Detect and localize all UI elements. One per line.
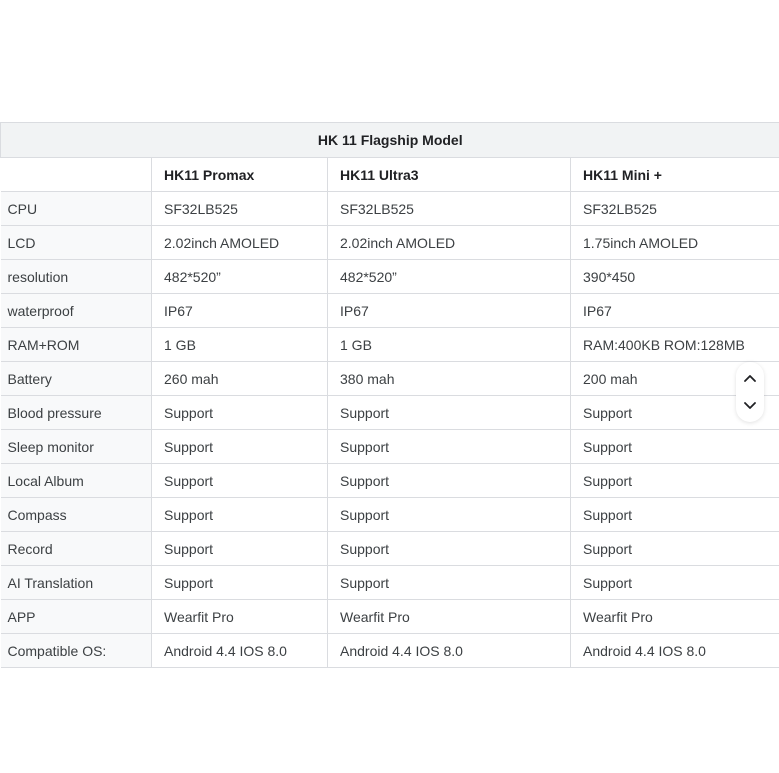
table-row: waterproof IP67 IP67 IP67 — [0, 293, 779, 328]
table-cell: Support — [151, 531, 328, 566]
row-label: RAM+ROM — [0, 327, 152, 362]
table-cell: Android 4.4 IOS 8.0 — [327, 633, 571, 668]
row-label: resolution — [0, 259, 152, 294]
table-cell: Support — [151, 565, 328, 600]
table-cell: Support — [569, 429, 779, 464]
table-cell: Wearfit Pro — [569, 599, 779, 634]
table-cell: IP67 — [327, 293, 571, 328]
table-cell: 380 mah — [327, 361, 571, 396]
table-cell: SF32LB525 — [569, 191, 779, 226]
table-cell: RAM:400KB ROM:128MB — [569, 327, 779, 362]
table-body: CPU SF32LB525 SF32LB525 SF32LB525 LCD 2.02inc… — [0, 191, 779, 668]
row-label: CPU — [0, 191, 152, 226]
table-cell: Android 4.4 IOS 8.0 — [151, 633, 328, 668]
chevron-down-icon — [744, 402, 756, 410]
table-cell: SF32LB525 — [151, 191, 328, 226]
row-label: Record — [0, 531, 152, 566]
table-cell: 2.02inch AMOLED — [327, 225, 571, 260]
page: HK 11 Flagship Model HK11 Promax HK11 Ul… — [0, 0, 779, 773]
table-cell: 482*520” — [151, 259, 328, 294]
table-cell: Wearfit Pro — [151, 599, 328, 634]
table-cell: 1.75inch AMOLED — [569, 225, 779, 260]
table-cell: Support — [327, 497, 571, 532]
table-row: resolution 482*520” 482*520” 390*450 — [0, 259, 779, 294]
table-row: AI Translation Support Support Support — [0, 565, 779, 600]
table-cell: 1 GB — [151, 327, 328, 362]
table-title-row: HK 11 Flagship Model — [0, 122, 779, 158]
table-cell: 482*520” — [327, 259, 571, 294]
row-label: Compatible OS: — [0, 633, 152, 668]
table-cell: 390*450 — [569, 259, 779, 294]
table-row: CPU SF32LB525 SF32LB525 SF32LB525 — [0, 191, 779, 226]
table-row: Compatible OS: Android 4.4 IOS 8.0 Android… — [0, 633, 779, 668]
table-row: Record Support Support Support — [0, 531, 779, 566]
table-cell: Support — [327, 565, 571, 600]
table-cell: Support — [151, 463, 328, 498]
table-cell: Support — [151, 429, 328, 464]
scroll-up-button[interactable] — [736, 364, 764, 392]
table-cell: Support — [327, 463, 571, 498]
table-cell: SF32LB525 — [327, 191, 571, 226]
table-row: Blood pressure Support Support Support — [0, 395, 779, 430]
table-cell: 2.02inch AMOLED — [151, 225, 328, 260]
model-header: HK11 Mini + — [569, 157, 779, 192]
table-cell: Support — [327, 531, 571, 566]
row-label: Battery — [0, 361, 152, 396]
table-cell: Support — [327, 429, 571, 464]
table-cell: IP67 — [569, 293, 779, 328]
row-label: Sleep monitor — [0, 429, 152, 464]
table-cell: Support — [327, 395, 571, 430]
table-row: Local Album Support Support Support — [0, 463, 779, 498]
model-header: HK11 Ultra3 — [327, 157, 571, 192]
model-header: HK11 Promax — [151, 157, 328, 192]
table-cell: Android 4.4 IOS 8.0 — [569, 633, 779, 668]
table-cell: Support — [569, 463, 779, 498]
table-title: HK 11 Flagship Model — [0, 122, 779, 158]
table-cell: Support — [569, 497, 779, 532]
table-row: RAM+ROM 1 GB 1 GB RAM:400KB ROM:128MB — [0, 327, 779, 362]
table-cell: Support — [569, 531, 779, 566]
header-corner-cell — [0, 157, 152, 192]
table-cell: Wearfit Pro — [327, 599, 571, 634]
spec-comparison-table: HK 11 Flagship Model HK11 Promax HK11 Ul… — [0, 122, 779, 668]
scroll-controls — [736, 362, 764, 422]
chevron-up-icon — [744, 374, 756, 382]
scroll-down-button[interactable] — [736, 392, 764, 420]
row-label: AI Translation — [0, 565, 152, 600]
row-label: Local Album — [0, 463, 152, 498]
table-header-row: HK11 Promax HK11 Ultra3 HK11 Mini + — [0, 157, 779, 192]
row-label: Compass — [0, 497, 152, 532]
table-row: Battery 260 mah 380 mah 200 mah — [0, 361, 779, 396]
table-cell: Support — [569, 565, 779, 600]
table-row: LCD 2.02inch AMOLED 2.02inch AMOLED 1.75inc… — [0, 225, 779, 260]
table-row: Sleep monitor Support Support Support — [0, 429, 779, 464]
row-label: APP — [0, 599, 152, 634]
table-cell: Support — [151, 497, 328, 532]
table-cell: Support — [151, 395, 328, 430]
table-cell: IP67 — [151, 293, 328, 328]
table-row: Compass Support Support Support — [0, 497, 779, 532]
row-label: waterproof — [0, 293, 152, 328]
row-label: LCD — [0, 225, 152, 260]
table-row: APP Wearfit Pro Wearfit Pro Wearfit Pro — [0, 599, 779, 634]
row-label: Blood pressure — [0, 395, 152, 430]
table-cell: 1 GB — [327, 327, 571, 362]
table-cell: 260 mah — [151, 361, 328, 396]
